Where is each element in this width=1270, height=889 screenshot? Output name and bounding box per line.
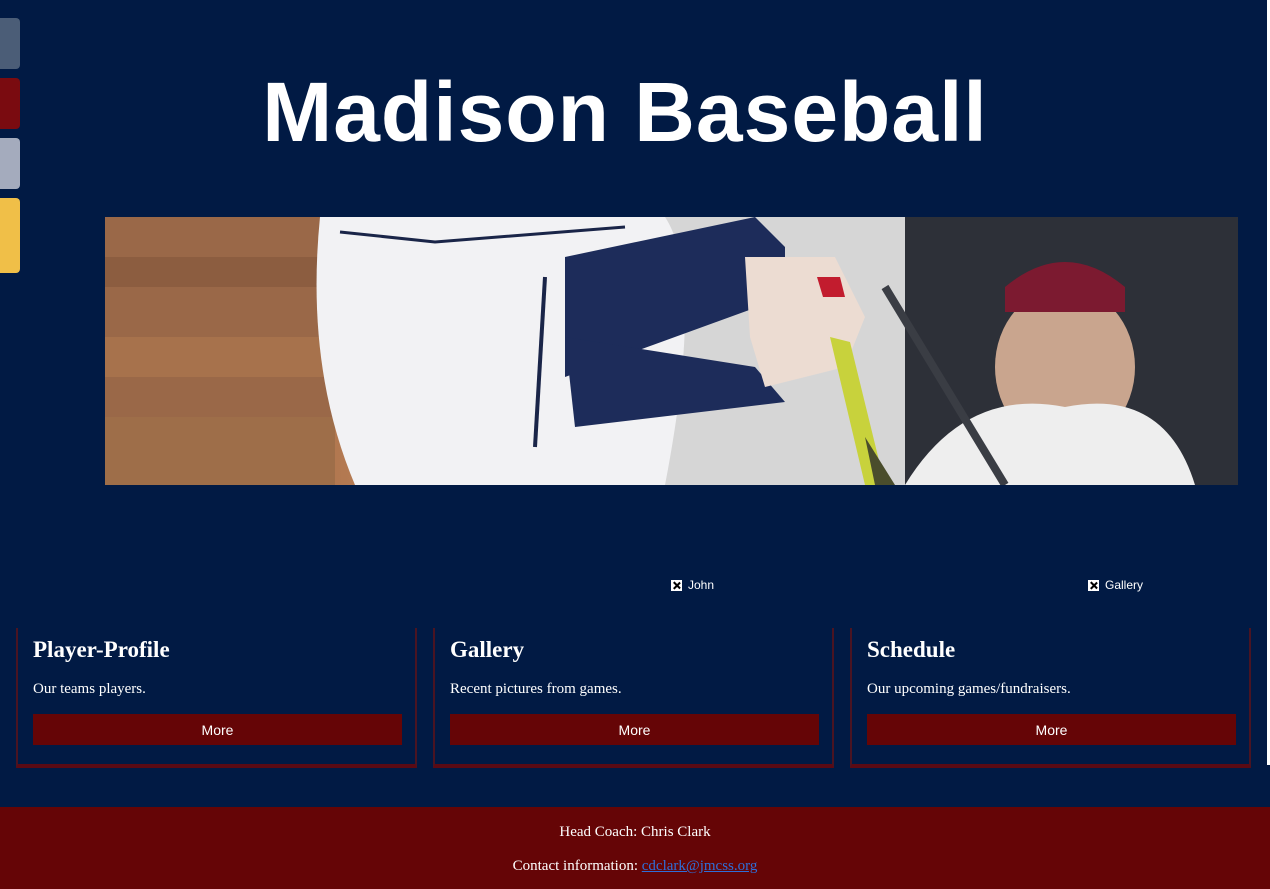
card-description: Recent pictures from games. — [450, 681, 622, 697]
card-title: Gallery — [450, 637, 525, 662]
image-link-label: Gallery — [1105, 578, 1144, 592]
player-profile-more-button[interactable]: More — [33, 714, 402, 745]
card-schedule: Schedule Our upcoming games/fundraisers.… — [850, 628, 1251, 768]
card-title: Schedule — [867, 637, 956, 662]
broken-image-icon — [1088, 579, 1099, 591]
site-title: Madison Baseball — [262, 65, 988, 159]
image-link-label: John — [688, 578, 715, 592]
schedule-more-button[interactable]: More — [867, 714, 1236, 745]
head-coach-text: Head Coach: Chris Clark — [559, 824, 711, 840]
gallery-more-button[interactable]: More — [450, 714, 819, 745]
john-image-link[interactable]: John — [671, 578, 714, 592]
contact-line: Contact information: cdclark@jmcss.org — [0, 858, 1270, 875]
footer: Head Coach: Chris Clark Contact informat… — [0, 807, 1270, 889]
card-title: Player-Profile — [33, 637, 170, 662]
card-gallery: Gallery Recent pictures from games. More — [433, 628, 834, 768]
feature-cards: Player-Profile Our teams players. More G… — [16, 628, 1254, 768]
card-player-profile: Player-Profile Our teams players. More — [16, 628, 417, 768]
gallery-image-link[interactable]: Gallery — [1088, 578, 1143, 592]
card-description: Our upcoming games/fundraisers. — [867, 681, 1071, 697]
card-description: Our teams players. — [33, 681, 146, 697]
side-tab-4[interactable] — [0, 198, 20, 273]
broken-image-icon — [671, 579, 682, 591]
baseball-batter-photo — [105, 217, 1238, 485]
contact-label: Contact information: — [512, 858, 642, 874]
contact-email-link[interactable]: cdclark@jmcss.org — [642, 858, 758, 874]
hero-image — [105, 217, 1238, 485]
